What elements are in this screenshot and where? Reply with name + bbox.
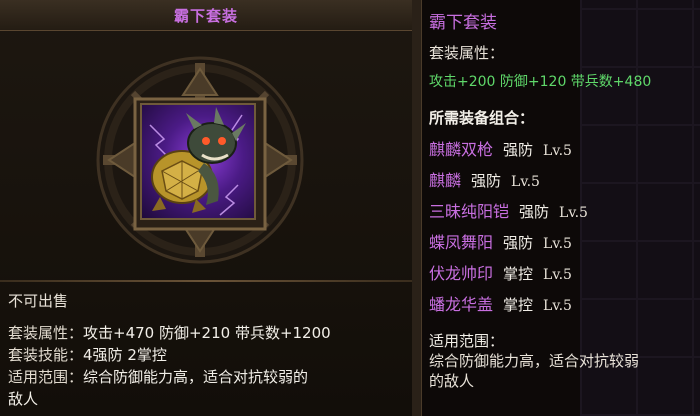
list-item[interactable]: 麒麟双枪 强防 Lv.5 bbox=[429, 134, 700, 165]
component-level: Lv.5 bbox=[511, 174, 540, 190]
component-name: 伏龙帅印 bbox=[429, 264, 494, 283]
set-attributes-row: 套装属性：攻击+470 防御+210 带兵数+1200 bbox=[8, 322, 331, 344]
component-level: Lv.5 bbox=[559, 205, 588, 221]
component-name: 麒麟双枪 bbox=[429, 140, 494, 159]
divider bbox=[0, 280, 412, 282]
component-level: Lv.5 bbox=[543, 236, 572, 252]
list-item[interactable]: 伏龙帅印 掌控 Lv.5 bbox=[429, 258, 700, 289]
item-detail-panel: 霸下套装 不可出售 套装属性：攻击+470 防御+210 带兵数+1200 套装… bbox=[0, 0, 412, 416]
list-item[interactable]: 三昧纯阳铠 强防 Lv.5 bbox=[429, 196, 700, 227]
tooltip-set-attr-value: 攻击+200 防御+120 带兵数+480 bbox=[429, 74, 652, 90]
composition-list: 麒麟双枪 强防 Lv.5 麒麟 强防 Lv.5 三昧纯阳铠 强防 Lv.5 蝶凤舞阳 强防 Lv… bbox=[429, 134, 700, 320]
tooltip-title: 霸下套装 bbox=[429, 13, 497, 33]
dragon-turtle-icon[interactable] bbox=[140, 103, 256, 220]
item-title: 霸下套装 bbox=[173, 7, 238, 25]
tooltip-range-label: 适用范围： bbox=[429, 332, 505, 350]
tooltip-range-line1: 综合防御能力高，适合对抗较弱 bbox=[429, 352, 640, 370]
skill-value: 4强防 2掌控 bbox=[83, 346, 167, 364]
component-name: 三昧纯阳铠 bbox=[429, 202, 510, 221]
range-row: 适用范围：综合防御能力高，适合对抗较弱的 bbox=[8, 366, 331, 388]
component-level: Lv.5 bbox=[543, 143, 572, 159]
tooltip-set-attr-label: 套装属性： bbox=[429, 44, 505, 62]
range-text-line2: 敌人 bbox=[8, 390, 39, 408]
component-level: Lv.5 bbox=[543, 267, 572, 283]
set-attr-value: 攻击+470 防御+210 带兵数+1200 bbox=[83, 324, 331, 342]
tooltip-range-line2: 的敌人 bbox=[429, 372, 475, 390]
range-text-line1: 综合防御能力高，适合对抗较弱的 bbox=[83, 368, 309, 386]
range-row-cont: 敌人 bbox=[8, 388, 331, 410]
sale-status: 不可出售 bbox=[8, 292, 69, 310]
panel-separator bbox=[412, 0, 421, 416]
component-name: 麒麟 bbox=[429, 171, 462, 190]
title-bar: 霸下套装 bbox=[0, 0, 412, 31]
component-type: 掌控 bbox=[503, 296, 534, 314]
list-item[interactable]: 麒麟 强防 Lv.5 bbox=[429, 165, 700, 196]
component-name: 蝶凤舞阳 bbox=[429, 233, 494, 252]
component-type: 强防 bbox=[471, 172, 502, 190]
component-type: 掌控 bbox=[503, 265, 534, 283]
item-stats: 套装属性：攻击+470 防御+210 带兵数+1200 套装技能：4强防 2掌控… bbox=[8, 322, 331, 410]
composition-label: 所需装备组合： bbox=[429, 109, 535, 127]
range-label: 适用范围： bbox=[8, 368, 84, 386]
component-type: 强防 bbox=[503, 234, 534, 252]
component-type: 强防 bbox=[503, 141, 534, 159]
list-item[interactable]: 蝶凤舞阳 强防 Lv.5 bbox=[429, 227, 700, 258]
component-type: 强防 bbox=[519, 203, 550, 221]
component-name: 蟠龙华盖 bbox=[429, 295, 494, 314]
set-attr-label: 套装属性： bbox=[8, 324, 84, 342]
tooltip-content: 霸下套装 套装属性： 攻击+200 防御+120 带兵数+480 所需装备组合：… bbox=[429, 8, 700, 408]
component-level: Lv.5 bbox=[543, 298, 572, 314]
skill-label: 套装技能： bbox=[8, 346, 84, 364]
set-tooltip: 霸下套装 套装属性： 攻击+200 防御+120 带兵数+480 所需装备组合：… bbox=[421, 0, 700, 416]
set-skill-row: 套装技能：4强防 2掌控 bbox=[8, 344, 331, 366]
list-item[interactable]: 蟠龙华盖 掌控 Lv.5 bbox=[429, 289, 700, 320]
